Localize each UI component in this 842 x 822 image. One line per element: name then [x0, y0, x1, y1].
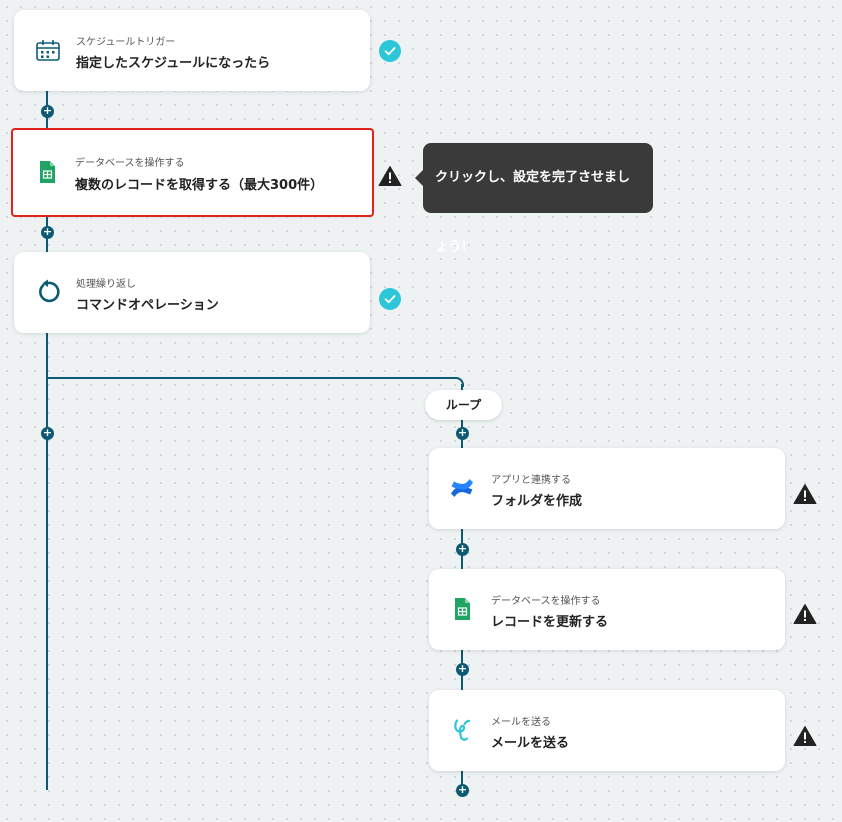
flow-step-card-loop[interactable]: 処理繰り返し コマンドオペレーション	[14, 252, 370, 333]
loop-arrow-icon	[39, 279, 60, 303]
warning-icon	[793, 484, 817, 504]
step-category: スケジュールトリガー	[76, 37, 176, 48]
warning-icon	[793, 604, 817, 624]
step-title: レコードを更新する	[491, 615, 609, 630]
step-category: データベースを操作する	[75, 158, 185, 169]
flow-step-card-send-mail[interactable]: メールを送る メールを送る	[429, 690, 785, 771]
flow-step-card-get-records[interactable]: データベースを操作する 複数のレコードを取得する（最大300件）	[11, 128, 374, 217]
calendar-icon	[36, 40, 60, 61]
add-step-button[interactable]: +	[41, 427, 54, 440]
add-step-button[interactable]: +	[456, 663, 469, 676]
add-step-button[interactable]: +	[456, 543, 469, 556]
connector-line	[46, 332, 48, 790]
tooltip: クリックし、設定を完了させましょう！	[415, 143, 653, 255]
google-sheets-icon	[40, 161, 55, 183]
step-title: 指定したスケジュールになったら	[76, 56, 271, 71]
step-category: アプリと連携する	[491, 475, 571, 486]
confluence-icon	[451, 479, 473, 497]
warning-icon	[378, 166, 402, 186]
loop-label: ループ	[425, 390, 502, 420]
add-step-button[interactable]: +	[41, 226, 54, 239]
step-title: コマンドオペレーション	[76, 298, 219, 313]
loop-branch-line	[46, 377, 456, 379]
add-step-button[interactable]: +	[456, 784, 469, 797]
step-category: メールを送る	[491, 717, 551, 728]
flow-canvas: + + + + + + + スケジュールトリガー 指定したスケジュールになったら	[0, 0, 842, 822]
warning-icon	[793, 726, 817, 746]
add-step-button[interactable]: +	[41, 105, 54, 118]
step-title: メールを送る	[491, 736, 570, 751]
step-category: データベースを操作する	[491, 596, 601, 607]
step-complete-check-icon	[379, 40, 401, 62]
step-title: フォルダを作成	[491, 494, 583, 509]
flow-step-card-schedule-trigger[interactable]: スケジュールトリガー 指定したスケジュールになったら	[14, 10, 370, 91]
step-complete-check-icon	[379, 288, 401, 310]
step-title: 複数のレコードを取得する（最大300件）	[75, 178, 324, 193]
mail-icon	[454, 719, 471, 741]
add-step-button[interactable]: +	[456, 427, 469, 440]
flow-step-card-create-folder[interactable]: アプリと連携する フォルダを作成	[429, 448, 785, 529]
google-sheets-icon	[455, 598, 470, 620]
step-category: 処理繰り返し	[76, 279, 136, 290]
flow-step-card-update-record[interactable]: データベースを操作する レコードを更新する	[429, 569, 785, 650]
